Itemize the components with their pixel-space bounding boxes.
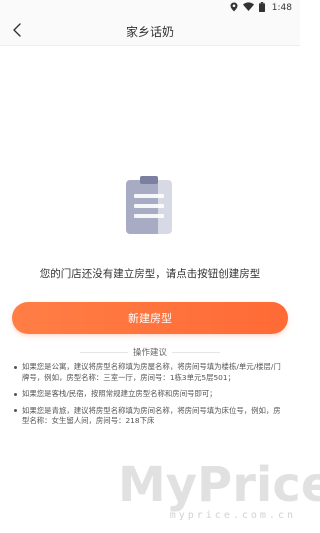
divider [172, 352, 220, 353]
watermark-domain: myprice.com.cn [169, 510, 296, 521]
clipboard-icon [118, 174, 182, 238]
page-title: 家乡话奶 [125, 25, 174, 39]
suggestion-text: 如果您是公寓，建议将房型名称填为房屋名称，将房间号填为楼栋/单元/楼层/门牌号，… [22, 362, 281, 382]
suggestions-heading: 操作建议 [0, 346, 300, 358]
screen: 1:48 家乡话奶 您的门店还没有建立房型，请点击按钮创建房型 新建房型 操作建… [0, 0, 320, 533]
bullet [14, 365, 17, 369]
location-icon [230, 2, 238, 15]
list-item: 如果您是公寓，建议将房型名称填为房屋名称，将房间号填为楼栋/单元/楼层/门牌号，… [14, 362, 288, 383]
status-icons: 1:48 [230, 1, 292, 15]
wifi-icon [242, 2, 254, 14]
suggestion-text: 如果您是青旅，建议将房型名称填为房间名称，将房间号填为床位号，例如，房型名称：女… [22, 405, 281, 426]
app-header: 家乡话奶 [0, 16, 300, 46]
create-room-type-button[interactable]: 新建房型 [12, 302, 288, 334]
status-bar: 1:48 [0, 0, 300, 16]
suggestion-text: 如果您是客栈/民宿，按照常规建立房型名称和房间号即可； [22, 389, 217, 398]
divider [79, 352, 128, 353]
bullet [14, 392, 17, 396]
suggestions-list: 如果您是公寓，建议将房型名称填为房屋名称，将房间号填为楼栋/单元/楼层/门牌号，… [14, 362, 288, 433]
watermark: MyPrice myprice.com.cn [118, 457, 320, 530]
status-time: 1:48 [271, 3, 292, 13]
list-item: 如果您是青旅，建议将房型名称填为房间名称，将房间号填为床位号，例如，房型名称：女… [14, 406, 288, 427]
list-item: 如果您是客栈/民宿，按照常规建立房型名称和房间号即可； [14, 389, 288, 400]
watermark-brand: MyPrice [118, 457, 320, 513]
empty-state-message: 您的门店还没有建立房型，请点击按钮创建房型 [39, 268, 261, 280]
battery-icon [258, 1, 265, 15]
suggestions-title: 操作建议 [132, 348, 167, 358]
bullet [14, 409, 17, 412]
